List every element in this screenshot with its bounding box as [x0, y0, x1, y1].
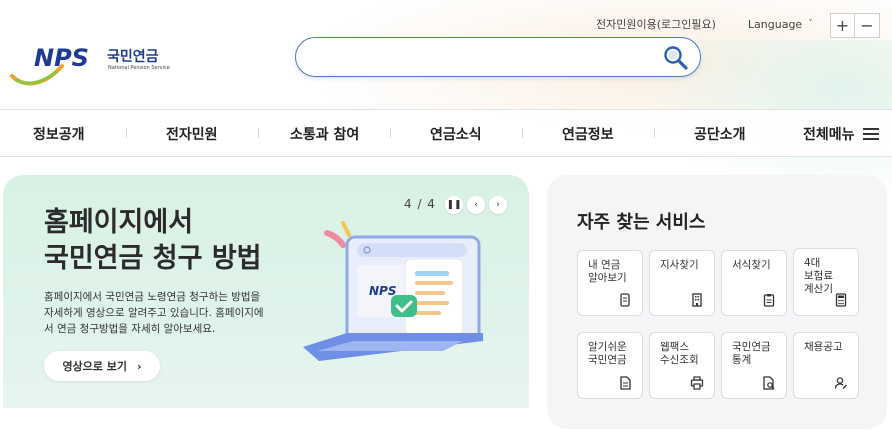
- nav-item-pension-news[interactable]: 연금소식: [430, 124, 482, 144]
- zoom-controls: + −: [830, 13, 880, 38]
- document-icon: [620, 376, 631, 390]
- civil-service-login-link[interactable]: 전자민원이용(로그인필요): [596, 16, 716, 32]
- service-card-find-forms[interactable]: 서식찾기: [721, 250, 787, 316]
- service-card-label: 4대 보험료 계산기: [804, 257, 833, 295]
- service-card-easy-pension[interactable]: 알기쉬운 국민연금: [577, 332, 643, 399]
- zoom-out-button[interactable]: −: [855, 13, 880, 38]
- nav-item-about[interactable]: 공단소개: [694, 124, 746, 144]
- clipboard-icon: [763, 294, 775, 307]
- service-card-label: 웹팩스 수신조회: [660, 341, 699, 366]
- chevron-right-icon: ›: [496, 200, 500, 210]
- banner-title-line: 국민연금 청구 방법: [44, 243, 262, 274]
- building-icon: [692, 293, 702, 307]
- service-card-webfax[interactable]: 웹팩스 수신조회: [649, 332, 715, 399]
- zoom-in-button[interactable]: +: [830, 13, 855, 38]
- service-card-find-branch[interactable]: 지사찾기: [649, 250, 715, 316]
- nav-item-pension-info[interactable]: 연금정보: [562, 124, 614, 144]
- banner-description: 홈페이지에서 국민연금 노령연금 청구하는 방법을 자세하게 영상으로 알려주고…: [44, 289, 294, 337]
- nav-divider: [258, 128, 259, 138]
- chevron-down-icon: ˅: [808, 19, 813, 29]
- printer-icon: [690, 376, 704, 390]
- all-menu-label: 전체메뉴: [803, 127, 855, 143]
- service-card-insurance-calculator[interactable]: 4대 보험료 계산기: [793, 248, 859, 316]
- nav-item-info-disclosure[interactable]: 정보공개: [33, 124, 85, 144]
- service-card-label: 지사찾기: [660, 259, 699, 271]
- service-card-label: 알기쉬운 국민연금: [588, 341, 627, 366]
- service-card-label: 내 연금 알아보기: [588, 259, 627, 284]
- nav-divider: [654, 128, 655, 138]
- logo-english-text: National Pension Service: [108, 65, 170, 71]
- services-title: 자주 찾는 서비스: [577, 212, 706, 233]
- nav-item-communication[interactable]: 소통과 참여: [290, 124, 359, 144]
- calculator-icon: [835, 293, 847, 307]
- banner-desc-line: 홈페이지에서 국민연금 노령연금 청구하는 방법을: [44, 291, 261, 303]
- service-card-my-pension[interactable]: 내 연금 알아보기: [577, 250, 643, 316]
- service-card-label: 국민연금 통계: [732, 341, 771, 366]
- language-selector[interactable]: Language ˅: [748, 18, 813, 31]
- pause-button[interactable]: ❚❚: [445, 196, 463, 214]
- frequent-services-panel: 자주 찾는 서비스 내 연금 알아보기 지사찾기 서식찾기 4대 보험료 계산기…: [547, 175, 887, 429]
- laptop-illustration: NPS: [303, 221, 483, 361]
- nav-divider: [390, 128, 391, 138]
- banner-title-line: 홈페이지에서: [44, 207, 194, 238]
- top-utility-bar: 전자민원이용(로그인필요) Language ˅: [596, 16, 813, 32]
- logo-korean-text: 국민연금: [107, 49, 159, 65]
- search-doc-icon: [763, 376, 775, 390]
- main-banner: 홈페이지에서 국민연금 청구 방법 홈페이지에서 국민연금 노령연금 청구하는 …: [3, 175, 529, 408]
- chevron-left-icon: ‹: [474, 200, 478, 210]
- chevron-right-icon: ›: [137, 359, 142, 373]
- search-bar: [295, 37, 701, 77]
- hamburger-icon: [862, 128, 879, 140]
- service-card-label: 서식찾기: [732, 259, 771, 271]
- pause-icon: ❚❚: [446, 200, 462, 210]
- nav-divider: [126, 128, 127, 138]
- phone-doc-icon: [620, 293, 630, 307]
- nav-item-e-civil[interactable]: 전자민원: [166, 124, 218, 144]
- watch-video-button[interactable]: 영상으로 보기 ›: [44, 351, 160, 381]
- person-edit-icon: [834, 377, 847, 389]
- nav-divider: [522, 128, 523, 138]
- search-input[interactable]: [314, 38, 654, 76]
- next-slide-button[interactable]: ›: [489, 196, 507, 214]
- main-navigation: 정보공개 전자민원 소통과 참여 연금소식 연금정보 공단소개 전체메뉴: [0, 109, 892, 157]
- search-icon[interactable]: [662, 44, 690, 72]
- language-label: Language: [747, 17, 803, 31]
- banner-desc-line: 서 연금 청구방법을 자세히 알아보세요.: [44, 323, 216, 335]
- banner-desc-line: 자세하게 영상으로 알려주고 있습니다. 홈페이지에: [44, 307, 264, 319]
- banner-title: 홈페이지에서 국민연금 청구 방법: [44, 205, 262, 277]
- service-card-recruitment[interactable]: 채용공고: [793, 332, 859, 399]
- prev-slide-button[interactable]: ‹: [467, 196, 485, 214]
- logo-text: NPS: [34, 44, 89, 72]
- all-menu-button[interactable]: 전체메뉴: [803, 124, 879, 144]
- nps-logo[interactable]: NPS 국민연금 National Pension Service: [10, 44, 180, 88]
- service-card-label: 채용공고: [804, 341, 843, 353]
- slide-pager: 4 / 4: [404, 197, 436, 211]
- service-card-statistics[interactable]: 국민연금 통계: [721, 332, 787, 399]
- illustration-logo: NPS: [369, 284, 396, 298]
- watch-video-label: 영상으로 보기: [62, 360, 127, 373]
